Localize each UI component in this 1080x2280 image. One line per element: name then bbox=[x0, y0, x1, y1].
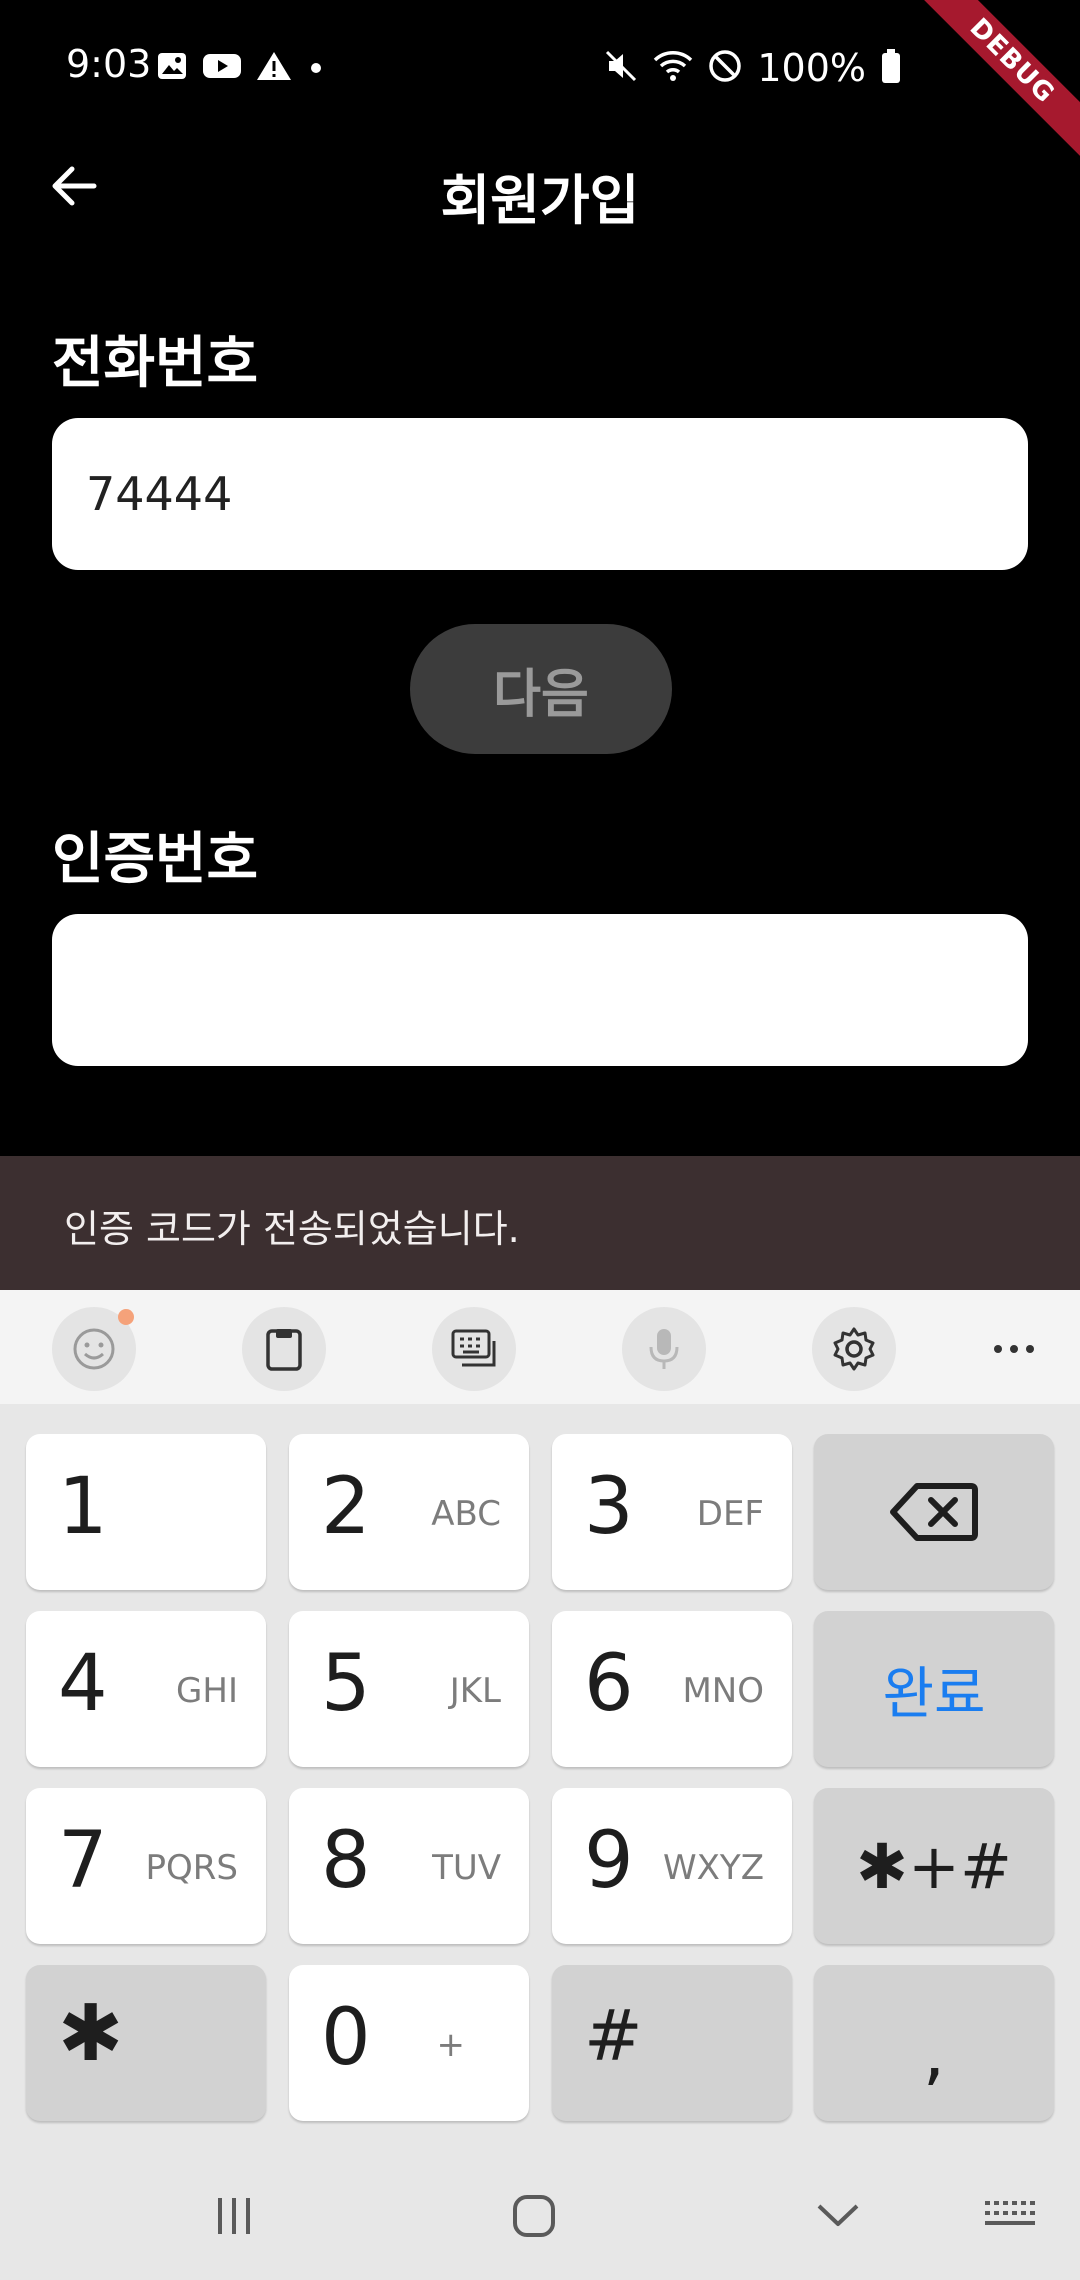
key-7[interactable]: 7 PQRS bbox=[26, 1788, 266, 1944]
navigation-bar bbox=[0, 2156, 1080, 2280]
key-symbols-label: ✱+# bbox=[856, 1829, 1012, 1903]
keyboard-switch-icon bbox=[985, 2201, 1035, 2225]
emoji-icon bbox=[73, 1328, 115, 1370]
key-digit: 0 bbox=[321, 1993, 371, 2083]
page-title: 회원가입 bbox=[440, 169, 640, 232]
keyboard-layout-button[interactable] bbox=[432, 1307, 516, 1391]
app-bar: 회원가입 bbox=[0, 136, 1080, 236]
key-5[interactable]: 5 JKL bbox=[289, 1611, 529, 1767]
phone-number-field[interactable] bbox=[52, 418, 1028, 570]
key-2[interactable]: 2 ABC bbox=[289, 1434, 529, 1590]
key-digit: 2 bbox=[321, 1462, 371, 1552]
key-hash[interactable]: # bbox=[552, 1965, 792, 2121]
phone-number-label: 전화번호 bbox=[52, 331, 259, 396]
do-not-disturb-icon bbox=[707, 48, 743, 88]
key-comma[interactable]: , bbox=[814, 1965, 1054, 2121]
key-8[interactable]: 8 TUV bbox=[289, 1788, 529, 1944]
youtube-icon bbox=[202, 50, 242, 86]
key-digit: 1 bbox=[58, 1462, 108, 1552]
key-letters: DEF bbox=[696, 1494, 764, 1534]
keyboard-settings-button[interactable] bbox=[812, 1307, 896, 1391]
home-icon bbox=[513, 2195, 555, 2237]
phone-number-input[interactable] bbox=[52, 418, 1028, 570]
key-letters: TUV bbox=[432, 1848, 501, 1888]
key-3[interactable]: 3 DEF bbox=[552, 1434, 792, 1590]
next-button[interactable]: 다음 bbox=[410, 624, 672, 754]
battery-icon bbox=[880, 48, 902, 88]
status-right-icons: 100% bbox=[603, 46, 902, 90]
status-bar: 9:03 100% bbox=[0, 0, 1080, 136]
key-letters: ABC bbox=[431, 1494, 501, 1534]
status-time: 9:03 bbox=[66, 42, 152, 86]
key-letters: PQRS bbox=[145, 1848, 238, 1888]
verification-code-label: 인증번호 bbox=[52, 827, 259, 892]
keyboard: 1 2 ABC 3 DEF 4 GHI 5 JKL 6 MNO 완료 7 PQR… bbox=[0, 1290, 1080, 2280]
keyboard-toolbar bbox=[0, 1290, 1080, 1404]
key-star-label: ✱ bbox=[58, 1989, 124, 2079]
key-backspace-content bbox=[814, 1434, 1054, 1590]
emoji-button[interactable] bbox=[52, 1307, 136, 1391]
recent-apps-button[interactable] bbox=[194, 2186, 274, 2246]
recent-apps-icon bbox=[218, 2198, 250, 2234]
more-icon bbox=[994, 1345, 1034, 1353]
hide-keyboard-icon bbox=[817, 2204, 859, 2226]
more-options-button[interactable] bbox=[972, 1307, 1056, 1391]
voice-input-button[interactable] bbox=[622, 1307, 706, 1391]
key-digit: 4 bbox=[58, 1639, 108, 1729]
keyboard-layout-icon bbox=[451, 1329, 496, 1367]
verification-code-field[interactable] bbox=[52, 914, 1028, 1066]
key-6[interactable]: 6 MNO bbox=[552, 1611, 792, 1767]
image-icon bbox=[156, 50, 188, 86]
key-digit: 8 bbox=[321, 1816, 371, 1906]
warning-icon bbox=[256, 50, 292, 86]
key-comma-label: , bbox=[922, 2012, 946, 2094]
key-backspace[interactable] bbox=[814, 1434, 1054, 1590]
key-letters: MNO bbox=[682, 1671, 764, 1711]
mute-icon bbox=[603, 48, 639, 88]
microphone-icon bbox=[649, 1329, 679, 1369]
key-symbols[interactable]: ✱+# bbox=[814, 1788, 1054, 1944]
key-star[interactable]: ✱ bbox=[26, 1965, 266, 2121]
key-letters: + bbox=[436, 2025, 466, 2065]
battery-percent: 100% bbox=[757, 46, 866, 90]
key-hash-label: # bbox=[584, 1995, 643, 2077]
key-digit: 3 bbox=[584, 1462, 634, 1552]
key-digit: 7 bbox=[58, 1816, 108, 1906]
backspace-icon bbox=[890, 1483, 978, 1541]
snackbar: 인증 코드가 전송되었습니다. bbox=[0, 1156, 1080, 1290]
settings-icon bbox=[833, 1327, 875, 1371]
key-letters: WXYZ bbox=[663, 1848, 764, 1888]
keyboard-switch-button[interactable] bbox=[970, 2186, 1050, 2246]
verification-code-input[interactable] bbox=[52, 914, 1028, 1066]
key-9[interactable]: 9 WXYZ bbox=[552, 1788, 792, 1944]
key-digit: 6 bbox=[584, 1639, 634, 1729]
key-1[interactable]: 1 bbox=[26, 1434, 266, 1590]
wifi-icon bbox=[653, 48, 693, 88]
key-4[interactable]: 4 GHI bbox=[26, 1611, 266, 1767]
snackbar-message: 인증 코드가 전송되었습니다. bbox=[64, 1207, 520, 1251]
key-0[interactable]: 0 + bbox=[289, 1965, 529, 2121]
clipboard-button[interactable] bbox=[242, 1307, 326, 1391]
key-letters: JKL bbox=[449, 1671, 501, 1711]
clipboard-icon bbox=[266, 1329, 302, 1371]
status-left-icons bbox=[156, 50, 326, 86]
key-letters: GHI bbox=[176, 1671, 238, 1711]
key-digit: 9 bbox=[584, 1816, 634, 1906]
notification-dot bbox=[118, 1309, 134, 1325]
home-button[interactable] bbox=[494, 2186, 574, 2246]
key-digit: 5 bbox=[321, 1639, 371, 1729]
key-done-label: 완료 bbox=[882, 1661, 986, 1727]
dot-icon bbox=[306, 50, 326, 86]
key-done[interactable]: 완료 bbox=[814, 1611, 1054, 1767]
hide-keyboard-button[interactable] bbox=[798, 2186, 878, 2246]
